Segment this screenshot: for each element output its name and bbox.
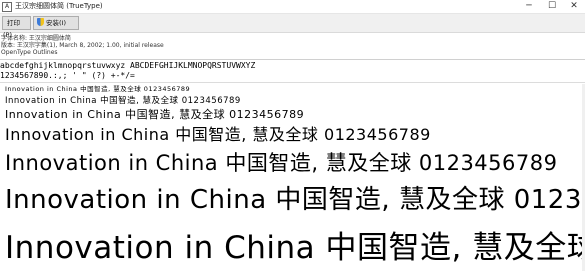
sample-line: Innovation in China 中国智造, 慧及全球 012345678… — [5, 96, 241, 106]
charset-digits: 1234567890.:,; ' " (?) +-*/= — [0, 71, 135, 80]
sample-line: Innovation in China 中国智造, 慧及全球 012345678… — [5, 185, 585, 215]
maximize-button[interactable]: ☐ — [541, 0, 563, 13]
install-button-label: 安装(I) — [46, 19, 66, 27]
font-name-line: 字体名称: 王汉宗细圆体简 — [1, 35, 71, 42]
minimize-button[interactable]: ─ — [518, 0, 540, 13]
sample-line: Innovation in China 中国智造, 慧及全球 012345678… — [5, 230, 585, 266]
divider — [0, 59, 585, 60]
sample-line: Innovation in China 中国智造, 慧及全球 012345678… — [5, 125, 431, 144]
sample-line: Innovation in China 中国智造, 慧及全球 012345678… — [5, 108, 305, 121]
window-title: 王汉宗细圆体简 (TrueType) — [15, 2, 103, 10]
font-outline-line: OpenType Outlines — [1, 49, 58, 56]
toolbar: 打印(P) 安装(I) — [0, 14, 585, 39]
font-file-icon: A — [2, 2, 12, 12]
install-button[interactable]: 安装(I) — [33, 16, 79, 30]
font-version-line: 版本: 王汉宗字集(1), March 8, 2002; 1.00, initi… — [1, 42, 164, 49]
title-bar: A 王汉宗细圆体简 (TrueType) ─ ☐ ✕ — [0, 0, 585, 14]
shield-icon — [37, 18, 44, 26]
close-button[interactable]: ✕ — [563, 0, 585, 13]
sample-line: Innovation in China 中国智造, 慧及全球 012345678… — [5, 151, 558, 175]
charset-letters: abcdefghijklmnopqrstuvwxyz ABCDEFGHIJKLM… — [0, 61, 256, 70]
sample-line: Innovation in China 中国智造, 慧及全球 012345678… — [5, 85, 191, 93]
divider — [0, 82, 585, 83]
print-button[interactable]: 打印(P) — [2, 16, 31, 39]
